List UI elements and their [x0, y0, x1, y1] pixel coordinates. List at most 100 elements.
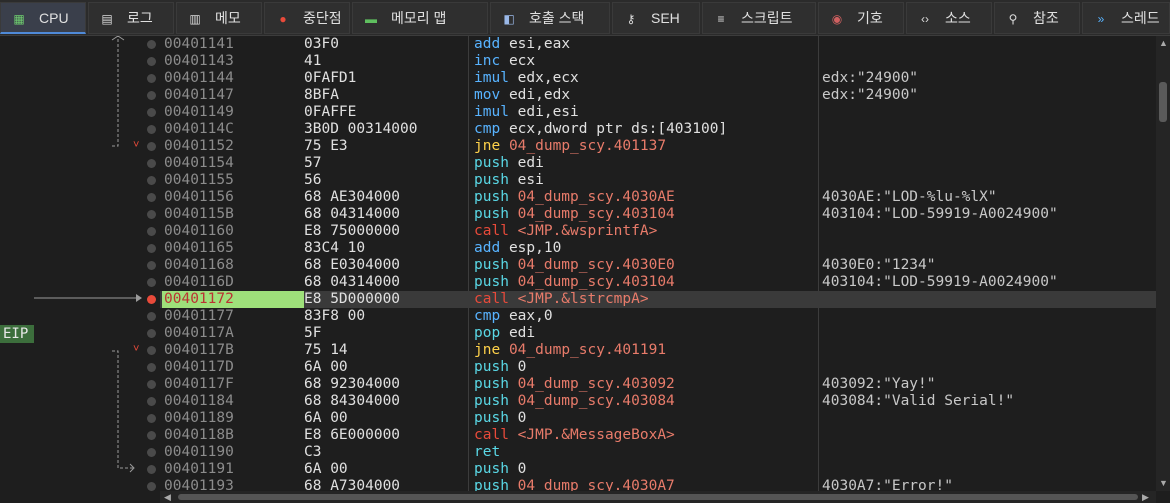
- gutter-dot-icon[interactable]: [147, 142, 156, 151]
- vertical-scroll-thumb[interactable]: [1159, 82, 1167, 122]
- operands: esi: [517, 172, 544, 188]
- gutter-dot-icon[interactable]: [147, 278, 156, 287]
- instruction-row[interactable]: 00401143 41 inc ecx: [160, 53, 1156, 70]
- instruction-row[interactable]: 00401147 8BFA mov edi,edx edx:"24900": [160, 87, 1156, 104]
- instruction-row[interactable]: 00401191 6A 00 push 0: [160, 461, 1156, 478]
- instruction-row[interactable]: 00401177 83F8 00 cmp eax,0: [160, 308, 1156, 325]
- instruction-row[interactable]: 00401154 57 push edi: [160, 155, 1156, 172]
- instruction-row[interactable]: 00401168 68 E0304000 push 04_dump_scy.4030…: [160, 257, 1156, 274]
- instruction-row[interactable]: 0040114C 3B0D 00314000 cmp ecx,dword ptr d…: [160, 121, 1156, 138]
- instruction-row[interactable]: 00401193 68 A7304000 push 04_dump_scy.4030…: [160, 478, 1156, 491]
- disassembly-cell: push 04_dump_scy.403092: [474, 376, 818, 393]
- gutter-dot-icon[interactable]: [147, 363, 156, 372]
- instruction-row[interactable]: 00401144 0FAFD1 imul edx,ecx edx:"24900": [160, 70, 1156, 87]
- address-cell: 00401152: [164, 138, 234, 154]
- operands: edi: [517, 155, 544, 171]
- tab-8[interactable]: ◉ 기호: [818, 2, 904, 34]
- gutter-dot-icon[interactable]: [147, 227, 156, 236]
- operands: 04_dump_scy.401137: [508, 138, 667, 154]
- instruction-row[interactable]: 00401141 03F0 add esi,eax: [160, 36, 1156, 53]
- gutter-dot-icon[interactable]: [147, 91, 156, 100]
- instruction-row[interactable]: 00401190 C3 ret: [160, 444, 1156, 461]
- gutter-dot-icon[interactable]: [147, 346, 156, 355]
- comment-cell: 4030E0:"1234": [822, 257, 936, 273]
- gutter-dot-icon[interactable]: [147, 329, 156, 338]
- scroll-up-icon[interactable]: ▲: [1159, 38, 1168, 48]
- instruction-row[interactable]: 00401155 56 push esi: [160, 172, 1156, 189]
- gutter-dot-icon[interactable]: [147, 465, 156, 474]
- disassembly-cell: push 04_dump_scy.403104: [474, 206, 818, 223]
- threads-icon: »: [1097, 12, 1105, 26]
- instruction-row[interactable]: 00401184 68 84304000 push 04_dump_scy.4030…: [160, 393, 1156, 410]
- instruction-row[interactable]: 0040117D 6A 00 push 0: [160, 359, 1156, 376]
- tab-1[interactable]: ▤ 로그: [88, 2, 174, 34]
- tab-10[interactable]: ⚲ 참조: [994, 2, 1080, 34]
- gutter-dot-icon[interactable]: [147, 159, 156, 168]
- address-cell: 00401147: [164, 87, 234, 103]
- vertical-scrollbar[interactable]: ▲ ▼: [1156, 36, 1170, 491]
- instruction-row[interactable]: 0040115B 68 04314000 push 04_dump_scy.4031…: [160, 206, 1156, 223]
- disassembly-cell: add esi,eax: [474, 36, 818, 53]
- scroll-right-icon[interactable]: ▶: [1142, 492, 1149, 502]
- tab-0[interactable]: ▦ CPU: [0, 2, 86, 34]
- instruction-row[interactable]: 0040118B E8 6E000000 call <JMP.&MessageBox…: [160, 427, 1156, 444]
- mnemonic: ret: [474, 444, 501, 460]
- scroll-down-icon[interactable]: ▼: [1159, 478, 1168, 488]
- tab-2[interactable]: ▥ 메모: [176, 2, 262, 34]
- gutter-dot-icon[interactable]: [147, 380, 156, 389]
- tab-11[interactable]: » 스레드: [1082, 2, 1170, 34]
- gutter-dot-icon[interactable]: [147, 261, 156, 270]
- instruction-row[interactable]: 00401152 75 E3 jne 04_dump_scy.401137: [160, 138, 1156, 155]
- bytes-cell: 6A 00: [304, 461, 348, 477]
- instruction-row[interactable]: 0040117B 75 14 jne 04_dump_scy.401191: [160, 342, 1156, 359]
- operands: ecx,dword ptr ds:[403100]: [508, 121, 728, 137]
- gutter-dot-icon[interactable]: [147, 57, 156, 66]
- horizontal-scroll-thumb[interactable]: [178, 494, 1138, 500]
- gutter-dot-icon[interactable]: [147, 312, 156, 321]
- gutter-dot-icon[interactable]: [147, 40, 156, 49]
- instruction-row[interactable]: 00401156 68 AE304000 push 04_dump_scy.4030…: [160, 189, 1156, 206]
- operands: esp,10: [508, 240, 562, 256]
- gutter-dot-icon[interactable]: [147, 482, 156, 491]
- instruction-row[interactable]: 00401160 E8 75000000 call <JMP.&wsprintfA>: [160, 223, 1156, 240]
- tab-6[interactable]: ⚷ SEH: [612, 2, 700, 34]
- instruction-row[interactable]: 00401149 0FAFFE imul edi,esi: [160, 104, 1156, 121]
- gutter-dot-icon[interactable]: [147, 125, 156, 134]
- mnemonic: push: [474, 172, 509, 188]
- gutter-dot-icon[interactable]: [147, 193, 156, 202]
- tab-4[interactable]: ▬ 메모리 맵: [352, 2, 488, 34]
- gutter-dot-icon[interactable]: [147, 448, 156, 457]
- gutter-dot-icon[interactable]: [147, 431, 156, 440]
- gutter-dot-icon[interactable]: [147, 108, 156, 117]
- tab-7[interactable]: ≡ 스크립트: [702, 2, 816, 34]
- instruction-row[interactable]: 0040116D 68 04314000 push 04_dump_scy.4031…: [160, 274, 1156, 291]
- log-icon: ▤: [101, 12, 113, 26]
- gutter-dot-icon[interactable]: [147, 397, 156, 406]
- horizontal-scrollbar[interactable]: ◀ ▶: [160, 491, 1156, 503]
- gutter-dot-icon[interactable]: [147, 74, 156, 83]
- address-cell: 00401156: [164, 189, 234, 205]
- disassembly-view[interactable]: 00401141 03F0 add esi,eax 00401143 41 inc ecx…: [160, 36, 1156, 491]
- instruction-row-current[interactable]: 00401172 E8 5D000000 call <JMP.&lstrcmpA>: [160, 291, 1156, 308]
- instruction-row[interactable]: 00401165 83C4 10 add esp,10: [160, 240, 1156, 257]
- instruction-row[interactable]: 00401189 6A 00 push 0: [160, 410, 1156, 427]
- scroll-left-icon[interactable]: ◀: [164, 492, 171, 502]
- instruction-row[interactable]: 0040117F 68 92304000 push 04_dump_scy.4030…: [160, 376, 1156, 393]
- tab-label: 로그: [127, 10, 153, 26]
- tab-3[interactable]: ● 중단점: [264, 2, 350, 34]
- bytes-cell: 68 04314000: [304, 206, 401, 222]
- gutter-dot-icon[interactable]: [147, 210, 156, 219]
- tab-5[interactable]: ◧ 호출 스택: [490, 2, 610, 34]
- breakpoint-dot-icon[interactable]: [147, 295, 156, 304]
- gutter-dot-icon[interactable]: [147, 176, 156, 185]
- disassembly-cell: push edi: [474, 155, 818, 172]
- bytes-cell: 68 AE304000: [304, 189, 401, 205]
- instruction-row[interactable]: 0040117A 5F pop edi: [160, 325, 1156, 342]
- address-cell: 00401149: [164, 104, 234, 120]
- gutter-dot-icon[interactable]: [147, 414, 156, 423]
- address-cell: 00401190: [164, 444, 234, 460]
- address-cell: 00401172: [162, 291, 304, 308]
- gutter-dot-icon[interactable]: [147, 244, 156, 253]
- tab-9[interactable]: ‹› 소스: [906, 2, 992, 34]
- mnemonic: push: [474, 206, 509, 222]
